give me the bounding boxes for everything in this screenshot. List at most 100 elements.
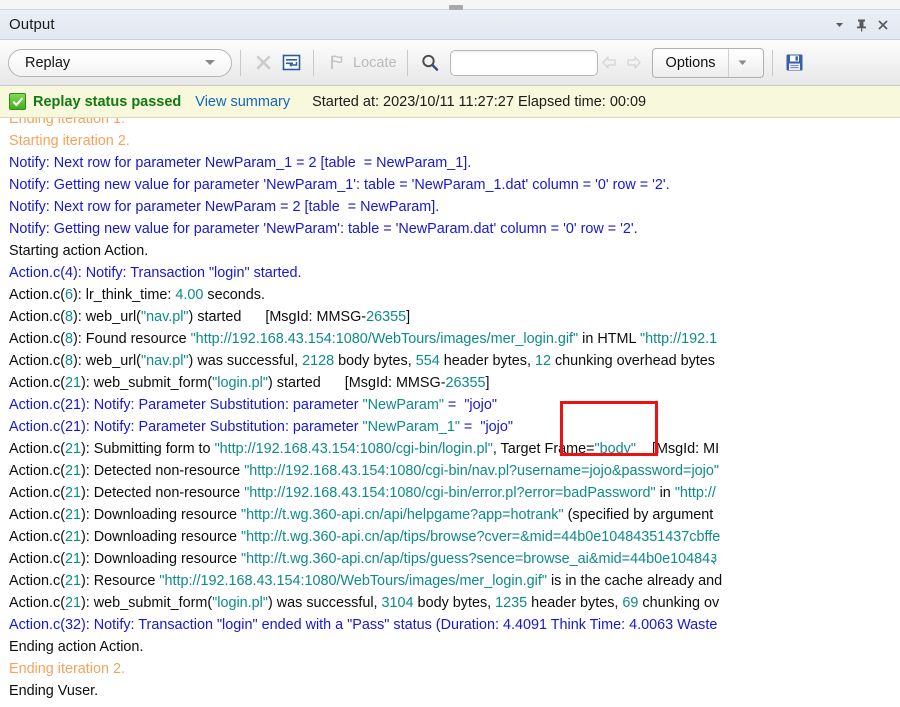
- log-segment: "login.pl": [212, 375, 268, 391]
- log-segment: Action.c(: [9, 507, 65, 523]
- log-segment: "nav.pl": [140, 309, 189, 325]
- log-line: Action.c(8): Found resource "http://192.…: [9, 328, 900, 350]
- splitter-grip[interactable]: [449, 5, 463, 10]
- log-segment: "http://192.168.43.154:1080/cgi-bin/logi…: [214, 441, 493, 457]
- log-output-area[interactable]: Ending iteration 1. Starting iteration 2.…: [0, 118, 900, 707]
- toolbar-divider: [313, 49, 314, 76]
- log-line: Notify: Getting new value for parameter …: [9, 174, 900, 196]
- log-line: Action.c(21): Detected non-resource "htt…: [9, 482, 900, 504]
- log-segment: Action.c(: [9, 441, 65, 457]
- log-segment: Action.c(: [9, 463, 65, 479]
- log-segment: ): Downloading resource: [81, 529, 241, 545]
- log-segment: ): Downloading resource: [81, 551, 241, 567]
- page-title: Output: [9, 16, 55, 33]
- log-segment: , Target Frame=: [492, 441, 595, 457]
- log-line: Action.c(8): web_url("nav.pl") started […: [9, 306, 900, 328]
- log-segment: 2128: [302, 353, 335, 369]
- find-next-button[interactable]: [622, 49, 646, 77]
- log-segment: "NewParam_1": [362, 419, 460, 435]
- log-segment: 21: [64, 595, 81, 611]
- log-line: Action.c(21): Downloading resource "http…: [9, 504, 900, 526]
- log-segment: "http://: [674, 485, 716, 501]
- log-segment: Action.c(: [9, 287, 65, 303]
- log-segment: ): web_url(: [73, 353, 141, 369]
- log-line: Action.c(21): Submitting form to "http:/…: [9, 438, 900, 460]
- log-segment: 21: [64, 375, 81, 391]
- log-segment: "http://t.wg.360-api.cn/ap/tips/browse?c…: [240, 529, 721, 545]
- search-input[interactable]: [449, 49, 598, 76]
- search-icon[interactable]: [416, 49, 444, 77]
- log-segment: Starting action Action.: [9, 243, 149, 259]
- toolbar-divider: [406, 49, 408, 76]
- locate-label: Locate: [353, 54, 397, 71]
- log-segment: body bytes,: [413, 595, 496, 611]
- log-segment: (specified by argument: [563, 507, 714, 523]
- log-segment: Action.c(32): Notify: Transaction "login…: [9, 617, 718, 633]
- log-segment: chunking ov: [638, 595, 720, 611]
- options-button[interactable]: Options: [651, 47, 764, 78]
- log-segment: ): Resource: [81, 573, 160, 589]
- log-line: Starting iteration 2.: [9, 130, 900, 152]
- log-line: Action.c(32): Notify: Transaction "login…: [9, 614, 900, 636]
- log-segment: ): Detected non-resource: [81, 463, 245, 479]
- log-segment: in HTML: [578, 331, 640, 347]
- chevron-down-icon[interactable]: [729, 49, 757, 77]
- log-segment: 21: [64, 485, 81, 501]
- log-segment: "http://192.168.43.154:1080/WebTours/ima…: [159, 573, 547, 589]
- log-segment: "http://192.168.43.154:1080/WebTours/ima…: [190, 331, 579, 347]
- log-segment: ) was successful,: [267, 595, 382, 611]
- log-line: Action.c(21): Resource "http://192.168.4…: [9, 570, 900, 592]
- log-segment: =: [459, 419, 481, 435]
- log-source-value: Replay: [25, 54, 71, 71]
- options-label: Options: [665, 54, 716, 71]
- log-segment: 26355: [366, 309, 407, 325]
- log-line: Action.c(21): Notify: Parameter Substitu…: [9, 416, 900, 438]
- clear-output-button[interactable]: [249, 49, 277, 77]
- log-segment: ): web_url(: [73, 309, 141, 325]
- log-segment: "body": [594, 441, 636, 457]
- chevron-down-icon[interactable]: [828, 14, 850, 36]
- output-pane: Output Replay Locate Options Replay stat…: [0, 0, 900, 707]
- log-line: Action.c(21): web_submit_form("login.pl"…: [9, 372, 900, 394]
- log-line: Ending iteration 2.: [9, 658, 900, 680]
- find-previous-button[interactable]: [598, 49, 622, 77]
- log-source-combobox[interactable]: Replay: [8, 48, 232, 77]
- log-segment: ): web_submit_form(: [81, 375, 213, 391]
- chevron-down-icon[interactable]: [205, 60, 215, 65]
- log-segment: Notify: Getting new value for parameter …: [9, 177, 670, 193]
- log-segment: Ending action Action.: [9, 639, 144, 655]
- log-segment: =: [443, 397, 465, 413]
- log-line: Notify: Getting new value for parameter …: [9, 218, 900, 240]
- log-segment: Ending iteration 1.: [9, 118, 126, 127]
- status-badge: Replay status passed: [33, 93, 182, 110]
- view-summary-link[interactable]: View summary: [195, 94, 290, 110]
- log-segment: ]: [485, 375, 490, 391]
- log-segment: 8: [64, 331, 73, 347]
- word-wrap-button[interactable]: [277, 49, 305, 77]
- log-segment: 8: [64, 309, 73, 325]
- close-icon[interactable]: [872, 14, 894, 36]
- log-line: Action.c(21): Notify: Parameter Substitu…: [9, 394, 900, 416]
- log-line: Ending action Action.: [9, 636, 900, 658]
- log-line: Action.c(21): Detected non-resource "htt…: [9, 460, 900, 482]
- save-button[interactable]: [781, 49, 809, 77]
- pin-icon[interactable]: [850, 14, 872, 36]
- log-segment: header bytes,: [527, 595, 623, 611]
- log-segment: "http://192.168.43.154:1080/cgi-bin/nav.…: [244, 463, 719, 479]
- log-segment: 21: [64, 441, 81, 457]
- log-segment: ): Submitting form to: [81, 441, 215, 457]
- log-segment: ): Downloading resource: [81, 507, 241, 523]
- locate-button[interactable]: Locate: [322, 49, 399, 77]
- log-segment: chunking overhead bytes: [550, 353, 715, 369]
- log-segment: 1235: [495, 595, 528, 611]
- log-segment: 12: [534, 353, 551, 369]
- log-segment: Notify: Getting new value for parameter …: [9, 221, 638, 237]
- log-segment: 4.00: [175, 287, 204, 303]
- output-titlebar: Output: [0, 10, 900, 40]
- pane-splitter[interactable]: [0, 0, 900, 10]
- log-segment: "http://192.168.43.154:1080/cgi-bin/erro…: [244, 485, 656, 501]
- run-timing-info: Started at: 2023/10/11 11:27:27 Elapsed …: [312, 93, 647, 110]
- log-line: Action.c(8): web_url("nav.pl") was succe…: [9, 350, 900, 372]
- log-line: Starting action Action.: [9, 240, 900, 262]
- log-segment: ) was successful,: [188, 353, 303, 369]
